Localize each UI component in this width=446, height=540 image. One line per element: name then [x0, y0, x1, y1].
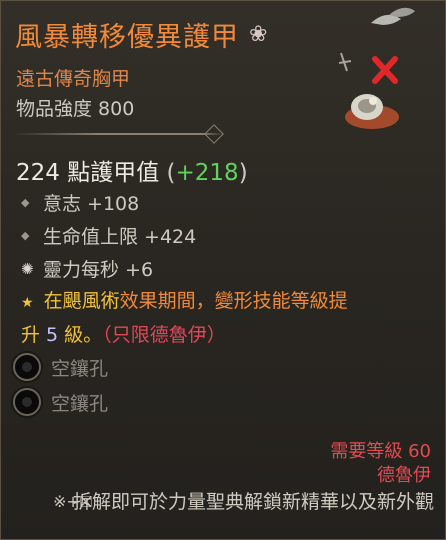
armor-value: 224 點護甲值 (+218) [16, 153, 248, 187]
divider-ornament [204, 124, 224, 144]
effect-text-2: 效果期間，變形 [119, 290, 253, 312]
diamond-bullet-icon: ◆ [21, 229, 30, 242]
salvage-note: ※+⛝ 拆解即可於力量聖典解鎖新精華以及新外觀 [53, 489, 434, 515]
socket-icon [13, 353, 41, 381]
item-name: 風暴轉移優異護甲 [15, 22, 239, 53]
required-class: 德魯伊 [377, 465, 431, 486]
star-bullet-icon: ★ [21, 295, 34, 311]
effect-text-4: 升 [21, 324, 47, 346]
armor-base: 224 點護甲值 [16, 160, 160, 186]
divider [13, 133, 223, 135]
legendary-effect: ★ 在颶風術效果期間，變形技能等級提 升 5 級。（只限德魯伊） [21, 285, 431, 351]
required-level: 需要等級 60 [330, 441, 431, 462]
salvage-text: 拆解即可於力量聖典解鎖新精華以及新外觀 [72, 491, 434, 513]
armor-paren-open: ( [166, 160, 176, 186]
socket-label: 空鑲孔 [51, 392, 109, 415]
stat-label: 意志 +108 [43, 193, 140, 215]
armor-bonus: +218 [175, 160, 239, 186]
effect-text-3: 技能等級提 [252, 290, 348, 312]
effect-text-1: 在颶風術 [43, 290, 120, 312]
salvage-symbol-icon: ※+⛝ [53, 492, 92, 511]
stat-label: 生命值上限 +424 [43, 226, 197, 248]
stat-row: ✺ 靈力每秒 +6 [21, 255, 153, 282]
item-type: 遠古傳奇胸甲 [16, 68, 131, 90]
stat-row: ◆ 生命值上限 +424 [21, 222, 196, 249]
effect-text-5: 級。 [58, 324, 103, 346]
effect-level: 5 [46, 324, 59, 346]
item-power: 物品強度 800 [16, 98, 135, 120]
item-header: 風暴轉移優異護甲 ❀ [15, 15, 267, 54]
empty-socket: 空鑲孔 [13, 388, 108, 416]
item-art-icon [345, 94, 399, 129]
empty-socket: 空鑲孔 [13, 353, 108, 381]
stat-label: 靈力每秒 +6 [43, 259, 154, 281]
flower-icon: ❀ [249, 22, 268, 47]
armor-paren-close: ) [238, 160, 248, 186]
flower-bullet-icon: ✺ [21, 259, 34, 278]
socket-icon [13, 388, 41, 416]
socket-label: 空鑲孔 [51, 357, 109, 380]
stat-row: ◆ 意志 +108 [21, 189, 139, 216]
diamond-bullet-icon: ◆ [21, 196, 30, 209]
effect-restriction: （只限德魯伊） [102, 324, 226, 346]
item-tooltip: 風暴轉移優異護甲 ❀ 遠古傳奇胸甲 物品強度 800 224 點護甲值 (+21… [0, 0, 446, 540]
